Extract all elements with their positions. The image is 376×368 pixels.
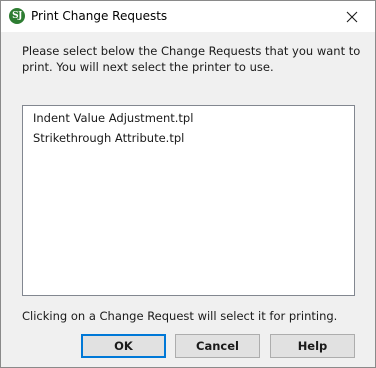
help-button[interactable]: Help <box>270 334 355 358</box>
close-icon <box>346 11 358 22</box>
cancel-button[interactable]: Cancel <box>175 334 260 358</box>
dialog-content: Please select below the Change Requests … <box>1 32 375 367</box>
list-items: Indent Value Adjustment.tpl Strikethroug… <box>23 106 354 148</box>
ok-button[interactable]: OK <box>81 334 166 358</box>
print-change-requests-dialog: SJ Print Change Requests Please select b… <box>0 0 376 368</box>
app-logo-icon: SJ <box>9 8 25 24</box>
hint-text: Clicking on a Change Request will select… <box>22 309 338 323</box>
instructions-text: Please select below the Change Requests … <box>22 44 361 74</box>
change-requests-listbox[interactable]: Indent Value Adjustment.tpl Strikethroug… <box>22 105 355 296</box>
title-bar[interactable]: SJ Print Change Requests <box>1 1 375 32</box>
close-button[interactable] <box>329 1 375 32</box>
list-item[interactable]: Strikethrough Attribute.tpl <box>23 128 354 148</box>
list-item[interactable]: Indent Value Adjustment.tpl <box>23 108 354 128</box>
window-title: Print Change Requests <box>31 9 168 23</box>
